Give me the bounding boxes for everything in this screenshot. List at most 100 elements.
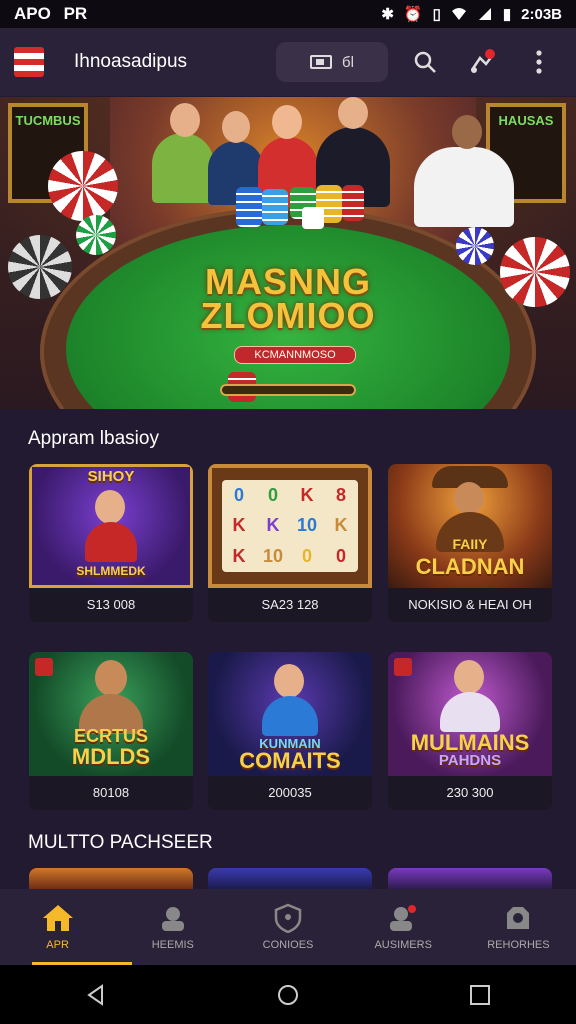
character-head <box>454 482 484 514</box>
user-alert-icon <box>390 905 417 931</box>
notifications-button[interactable] <box>462 42 502 82</box>
hero-head-3 <box>272 105 302 139</box>
wallet-value: бl <box>342 53 354 71</box>
flag-icon[interactable] <box>14 47 44 77</box>
slot-symbol: 0 <box>301 546 312 567</box>
slot-symbol: K <box>300 484 314 505</box>
card-icon <box>310 55 333 69</box>
shield-icon <box>274 903 302 933</box>
chip-icon <box>456 227 494 265</box>
game-label: 230 300 <box>388 776 552 810</box>
hero-head-4 <box>338 97 368 129</box>
home-icon <box>42 905 73 931</box>
game-card-peek[interactable] <box>29 868 193 890</box>
bluetooth-icon: ✱ <box>381 6 394 23</box>
nav-item-rehorhes[interactable]: REHORHES <box>461 889 576 965</box>
nav-label: APR <box>46 939 69 951</box>
chip-icon <box>48 151 118 221</box>
wallet-pill[interactable]: бl <box>276 42 388 82</box>
chip-stack-icon <box>342 185 364 221</box>
character-head <box>95 490 125 524</box>
game-thumbnail: 0 0 K 8 K K 10 K K 10 0 0 <box>208 464 372 588</box>
hero-badge: KCMANNMOSO <box>234 346 356 364</box>
hero-title-line-1: MASNNG <box>205 261 371 302</box>
nav-label: CONIOES <box>262 939 314 951</box>
slot-symbol: 8 <box>335 484 346 505</box>
nav-item-ausimers[interactable]: AUSIMERS <box>346 889 461 965</box>
wifi-icon <box>451 8 466 20</box>
slot-symbol: K <box>334 515 348 536</box>
slot-reels: 0 0 K 8 K K 10 K K 10 0 0 <box>222 480 358 572</box>
section-title-2: MULTTO PACHSEER <box>28 832 213 853</box>
chip-icon <box>76 215 116 255</box>
search-icon <box>414 51 436 73</box>
back-icon[interactable] <box>84 983 108 1007</box>
game-card[interactable]: KUNMAIN COMAITS 200035 <box>208 652 372 810</box>
nav-label: REHORHES <box>487 939 550 951</box>
search-button[interactable] <box>405 42 445 82</box>
character-body <box>85 522 137 562</box>
chip-icon <box>500 237 570 307</box>
heart-badge-icon <box>394 658 412 676</box>
chip-stack-icon <box>262 189 288 225</box>
game-art-title-bottom: SHLMMEDK <box>76 564 146 578</box>
chip-stack-icon <box>236 187 262 227</box>
hero-title-line-2: ZLOMIOO <box>200 295 376 336</box>
character-body <box>262 696 318 736</box>
status-left: APO PR <box>14 4 87 24</box>
alarm-icon: ⏰ <box>403 6 423 23</box>
slot-symbol: 0 <box>267 484 278 505</box>
game-art-title-top: FAIIY <box>452 536 488 552</box>
game-label: S13 008 <box>29 588 193 622</box>
game-card-peek[interactable] <box>208 868 372 890</box>
slot-symbol: 0 <box>233 484 244 505</box>
slot-symbol: 10 <box>296 515 318 536</box>
hero-progress-bar <box>220 384 356 396</box>
hero-head-1 <box>170 103 200 137</box>
character-body <box>440 692 500 732</box>
game-art-title-top: SIHOY <box>87 468 135 485</box>
hero-title: MASNNG ZLOMIOO <box>150 261 426 336</box>
home-nav-icon[interactable] <box>276 983 300 1007</box>
nav-item-conioes[interactable]: CONIOES <box>230 889 345 965</box>
hero-person-1 <box>152 133 214 203</box>
status-icons: ✱ ⏰ ▯ ▮ 2:03B <box>381 5 562 24</box>
bell-alert-icon <box>470 49 495 73</box>
status-left-text: APO <box>14 4 51 23</box>
battery-icon: ▮ <box>502 6 512 23</box>
signal-icon <box>478 8 491 20</box>
profile-icon <box>507 907 530 929</box>
status-bar: APO PR ✱ ⏰ ▯ ▮ 2:03B <box>0 0 576 28</box>
more-menu-button[interactable] <box>519 42 559 82</box>
system-nav-bar <box>0 965 576 1024</box>
game-art-title-bottom: CLADNAN <box>415 554 525 579</box>
status-time: 2:03B <box>521 5 562 23</box>
section-title-1: Appram lbasioy <box>28 428 159 449</box>
game-card[interactable]: SIHOY SHLMMEDK S13 008 <box>29 464 193 622</box>
game-label: 80108 <box>29 776 193 810</box>
status-left-text-2: PR <box>63 4 88 23</box>
account-icon <box>161 907 184 931</box>
game-card[interactable]: MULMAINS PAHDNS 230 300 <box>388 652 552 810</box>
hero-head-5 <box>452 115 482 149</box>
recents-icon[interactable] <box>468 983 492 1007</box>
nav-label: AUSIMERS <box>374 939 432 951</box>
nav-item-heemis[interactable]: HEEMIS <box>115 889 230 965</box>
game-card[interactable]: FAIIY CLADNAN NOKISIO & HEAI OH <box>388 464 552 622</box>
slot-symbol: K <box>232 546 246 567</box>
slot-symbol: 10 <box>262 546 284 567</box>
vibrate-icon: ▯ <box>432 6 441 23</box>
hero-banner[interactable]: TUCMBUS HAUSAS MASNNG ZLOMIOO KCMANNMOSO <box>0 97 576 409</box>
dice-icon <box>302 207 324 229</box>
game-card-peek[interactable] <box>388 868 552 890</box>
slot-symbol: K <box>232 515 246 536</box>
character-head <box>95 660 127 696</box>
game-card[interactable]: 0 0 K 8 K K 10 K K 10 0 0 SA23 128 <box>208 464 372 622</box>
nav-item-home[interactable]: APR <box>0 889 132 965</box>
game-art-title-bottom: PAHDNS <box>438 752 502 769</box>
hero-person-5 <box>414 147 514 227</box>
slot-symbol: 0 <box>335 546 346 567</box>
game-card[interactable]: ECRTUS MDLDS 80108 <box>29 652 193 810</box>
character-head <box>274 664 304 698</box>
game-label: 200035 <box>208 776 372 810</box>
